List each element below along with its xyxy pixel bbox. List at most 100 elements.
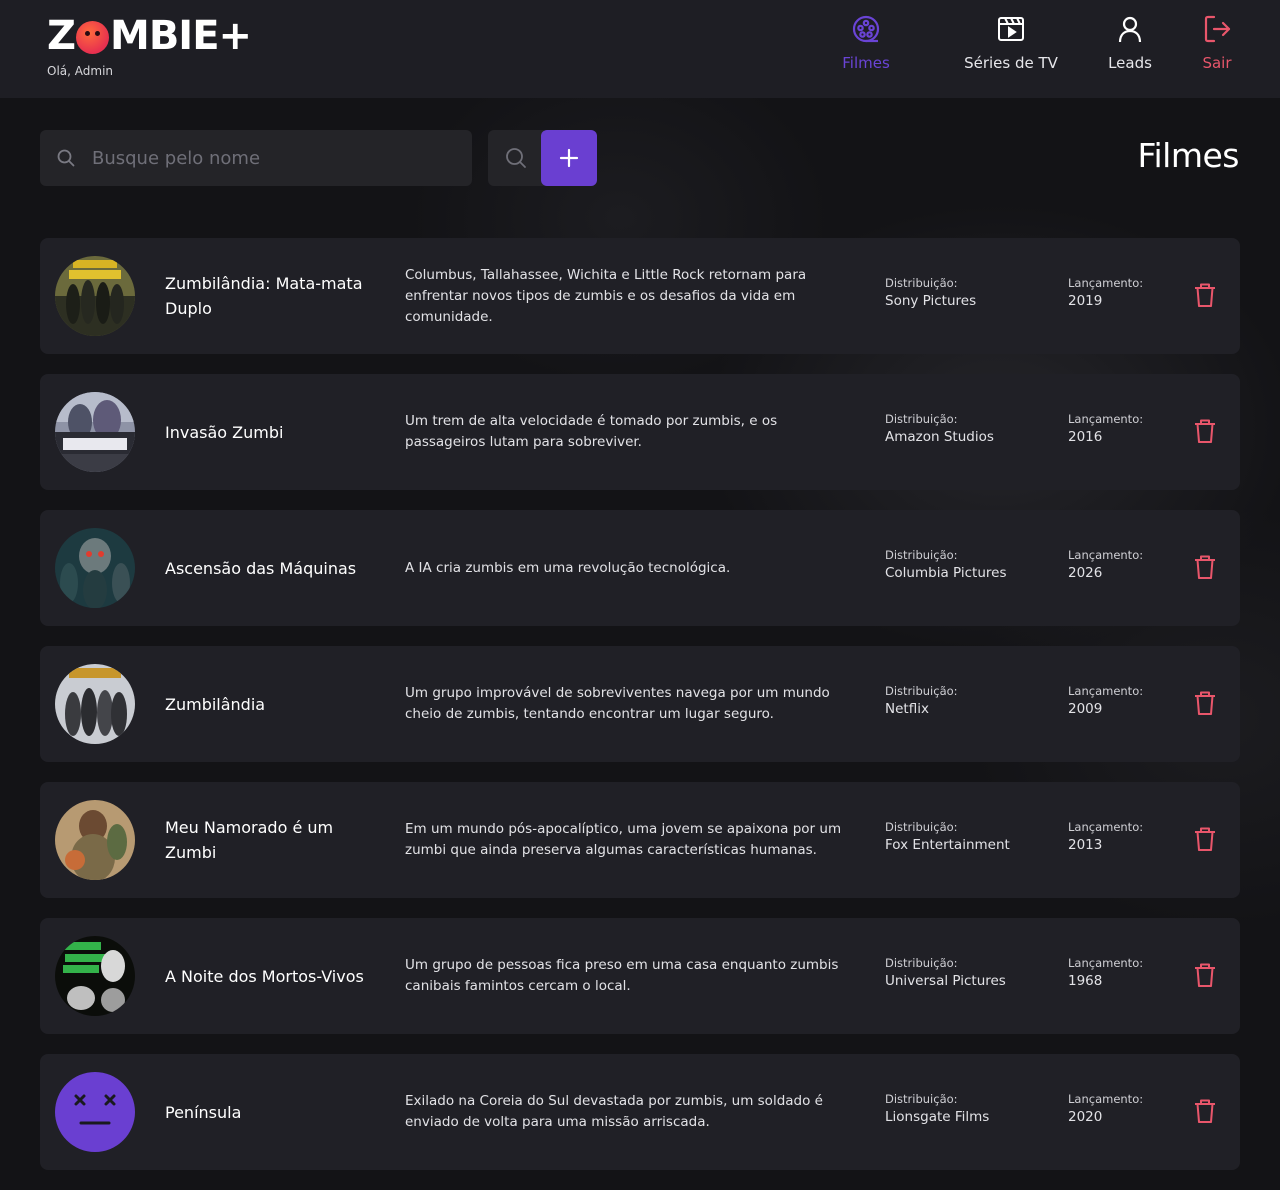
movie-poster <box>55 664 135 744</box>
distribution-value: Netflix <box>885 701 929 717</box>
nav-item-series-de-tv[interactable]: Séries de TV <box>951 14 1071 72</box>
distribution-label: Distribuição: <box>885 548 958 562</box>
movie-description: Exilado na Coreia do Sul devastada por z… <box>405 1093 823 1130</box>
movie-release: Lançamento: 2013 <box>1068 820 1143 853</box>
movie-poster <box>55 392 135 472</box>
dead-face-icon <box>74 1094 116 1125</box>
movie-distribution: Distribuição: Universal Pictures <box>885 956 1006 989</box>
trash-icon[interactable] <box>1193 282 1217 308</box>
logout-icon <box>1204 15 1231 43</box>
release-value: 2020 <box>1068 1109 1103 1125</box>
movie-list: Zumbilândia: Mata-mata Duplo Columbus, T… <box>40 238 1240 1190</box>
zombie-plus-logo[interactable]: Z MBIE+ <box>47 13 252 59</box>
distribution-value: Columbia Pictures <box>885 565 1007 581</box>
movie-release: Lançamento: 2026 <box>1068 548 1143 581</box>
movie-row: Invasão Zumbi Um trem de alta velocidade… <box>40 374 1240 490</box>
plus-icon <box>559 148 579 168</box>
user-icon <box>1118 16 1142 43</box>
trash-icon[interactable] <box>1193 962 1217 988</box>
distribution-label: Distribuição: <box>885 276 958 290</box>
release-value: 2013 <box>1068 837 1103 853</box>
movie-title: Meu Namorado é um Zumbi <box>165 818 334 862</box>
nav-item-sair[interactable]: Sair <box>1157 14 1277 72</box>
movie-distribution: Distribuição: Lionsgate Films <box>885 1092 989 1125</box>
release-label: Lançamento: <box>1068 1092 1144 1106</box>
movie-description: Um trem de alta velocidade é tomado por … <box>405 413 778 450</box>
movie-title: Ascensão das Máquinas <box>165 558 357 578</box>
movie-distribution: Distribuição: Sony Pictures <box>885 276 976 309</box>
movie-row: Zumbilândia Um grupo improvável de sobre… <box>40 646 1240 762</box>
page-title: Filmes <box>1137 136 1239 175</box>
search-icon <box>57 149 75 167</box>
movie-poster <box>55 528 135 608</box>
movie-release: Lançamento: 2019 <box>1068 276 1143 309</box>
movie-title: Zumbilândia: Mata-mata Duplo <box>165 274 363 318</box>
release-value: 2009 <box>1068 701 1103 717</box>
movie-poster <box>55 936 135 1016</box>
release-label: Lançamento: <box>1068 684 1144 698</box>
nav-item-filmes[interactable]: Filmes <box>806 14 926 72</box>
release-value: 2019 <box>1068 293 1103 309</box>
movie-description: Um grupo de pessoas fica preso em uma ca… <box>405 957 839 994</box>
movie-description: A IA cria zumbis em uma revolução tecnol… <box>405 559 731 576</box>
search-icon <box>506 148 526 168</box>
distribution-label: Distribuição: <box>885 1092 958 1106</box>
search-box <box>40 130 472 186</box>
trash-icon[interactable] <box>1193 418 1217 444</box>
movie-release: Lançamento: 2009 <box>1068 684 1143 717</box>
nav-label-sair: Sair <box>1202 54 1232 72</box>
trash-icon[interactable] <box>1193 554 1217 580</box>
clapperboard-icon <box>998 17 1024 41</box>
movie-description: Em um mundo pós-apocalíptico, uma jovem … <box>405 821 842 858</box>
trash-icon[interactable] <box>1193 826 1217 852</box>
movie-title: Invasão Zumbi <box>165 422 284 442</box>
logo-text-start: Z <box>47 13 76 59</box>
zombie-face-logo-icon <box>76 20 110 54</box>
movie-distribution: Distribuição: Netflix <box>885 684 958 717</box>
movie-row: Meu Namorado é um Zumbi Em um mundo pós-… <box>40 782 1240 898</box>
nav-label-leads: Leads <box>1108 54 1152 72</box>
movie-title: Zumbilândia <box>165 694 266 714</box>
distribution-value: Sony Pictures <box>885 293 977 309</box>
release-value: 2026 <box>1068 565 1103 581</box>
release-label: Lançamento: <box>1068 956 1144 970</box>
movie-row: Península Exilado na Coreia do Sul devas… <box>40 1054 1240 1170</box>
greeting-text: Olá, Admin <box>47 64 114 78</box>
distribution-label: Distribuição: <box>885 684 958 698</box>
nav-label-filmes: Filmes <box>842 54 890 72</box>
release-label: Lançamento: <box>1068 548 1144 562</box>
movie-distribution: Distribuição: Columbia Pictures <box>885 548 1007 581</box>
trash-icon[interactable] <box>1193 690 1217 716</box>
release-value: 2016 <box>1068 429 1103 445</box>
movie-release: Lançamento: 1968 <box>1068 956 1143 989</box>
release-label: Lançamento: <box>1068 412 1144 426</box>
movie-description: Columbus, Tallahassee, Wichita e Little … <box>405 266 807 325</box>
release-value: 1968 <box>1068 973 1103 989</box>
movie-poster <box>55 800 135 880</box>
release-label: Lançamento: <box>1068 820 1144 834</box>
movie-release: Lançamento: 2016 <box>1068 412 1143 445</box>
movie-row: A Noite dos Mortos-Vivos Um grupo de pes… <box>40 918 1240 1034</box>
distribution-value: Lionsgate Films <box>885 1109 990 1125</box>
movie-row: Zumbilândia: Mata-mata Duplo Columbus, T… <box>40 238 1240 354</box>
distribution-value: Universal Pictures <box>885 973 1006 989</box>
movie-title: Península <box>165 1102 242 1122</box>
movie-distribution: Distribuição: Fox Entertainment <box>885 820 1010 853</box>
distribution-value: Amazon Studios <box>885 429 994 445</box>
search-input[interactable] <box>92 130 462 186</box>
release-label: Lançamento: <box>1068 276 1144 290</box>
search-button[interactable] <box>488 130 544 186</box>
trash-icon[interactable] <box>1193 1098 1217 1124</box>
distribution-label: Distribuição: <box>885 956 958 970</box>
film-reel-icon <box>852 15 880 43</box>
nav-label-series: Séries de TV <box>964 54 1058 72</box>
movie-poster <box>55 256 135 336</box>
distribution-label: Distribuição: <box>885 820 958 834</box>
distribution-label: Distribuição: <box>885 412 958 426</box>
top-navbar: Z MBIE+ Olá, Admin Filmes Séries de TV L… <box>0 0 1280 98</box>
distribution-value: Fox Entertainment <box>885 837 1010 853</box>
movie-description: Um grupo improvável de sobreviventes nav… <box>405 685 830 722</box>
logo-text-end: MBIE+ <box>110 13 252 59</box>
movie-row: Ascensão das Máquinas A IA cria zumbis e… <box>40 510 1240 626</box>
add-movie-button[interactable] <box>541 130 597 186</box>
